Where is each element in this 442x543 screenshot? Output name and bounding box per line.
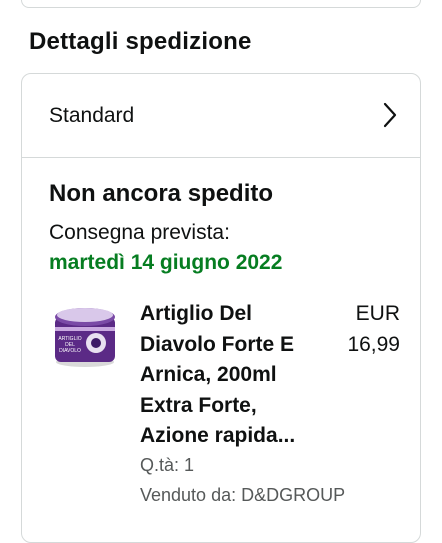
product-name-link[interactable]: Artiglio Del Diavolo Forte E Arnica, 200… xyxy=(140,299,325,452)
previous-card-edge xyxy=(21,0,421,8)
shipment-status: Non ancora spedito xyxy=(49,180,274,207)
product-image-label: DIAVOLO xyxy=(59,348,81,354)
item-seller: Venduto da: D&DGROUP xyxy=(140,485,346,505)
delivery-label: Consegna prevista: xyxy=(49,221,230,244)
item-quantity: Q.tà: 1 xyxy=(140,455,195,475)
price-currency: EUR xyxy=(355,302,400,325)
item-price: EUR 16,99 xyxy=(335,299,400,360)
shipping-method-label: Standard xyxy=(49,103,135,127)
product-name-line: Arnica, 200ml xyxy=(140,363,277,386)
product-name-line: Artiglio Del xyxy=(140,302,253,325)
product-image[interactable]: ARTIGLIO DEL DIAVOLO xyxy=(52,299,118,369)
product-name-line: Diavolo Forte E xyxy=(140,332,295,356)
price-amount: 16,99 xyxy=(347,332,400,356)
shipment-card: Standard Non ancora spedito Consegna pre… xyxy=(21,73,421,543)
delivery-date: martedì 14 giugno 2022 xyxy=(49,251,283,274)
shipping-method-row[interactable]: Standard xyxy=(22,74,420,158)
chevron-right-icon xyxy=(383,102,397,128)
product-name-line: Extra Forte, xyxy=(140,393,257,417)
section-title: Dettagli spedizione xyxy=(29,28,252,55)
product-name-line: Azione rapida... xyxy=(140,424,296,447)
